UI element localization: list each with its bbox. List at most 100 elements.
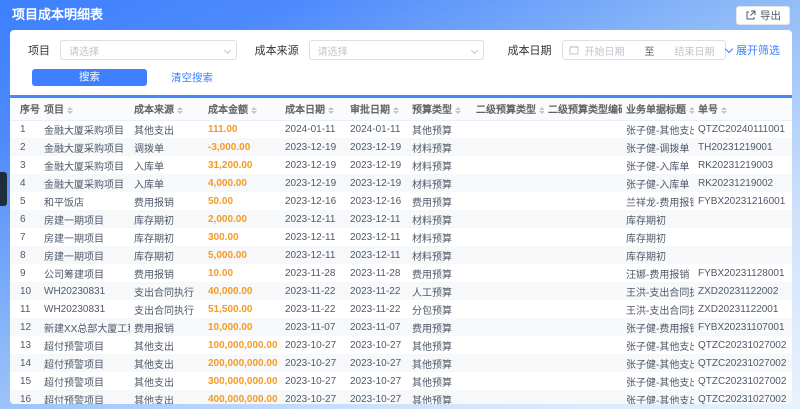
table-row: 11 WH20230831 支出合同执行 51,500.00 2023-11-22 202… bbox=[10, 300, 792, 318]
cost-source-filter-label: 成本来源 bbox=[254, 45, 299, 57]
sort-icon[interactable] bbox=[689, 104, 694, 117]
cell-project: 金融大厦采购项目 bbox=[44, 161, 124, 173]
cell-index: 3 bbox=[20, 159, 26, 171]
export-button[interactable]: 导出 bbox=[736, 6, 790, 25]
cell-approval-date: 2023-11-22 bbox=[350, 303, 401, 315]
cell-cost-source: 库存期初 bbox=[130, 246, 204, 264]
cell-cost-source: 费用报销 bbox=[130, 318, 204, 336]
cell-cost-source: 其他支出 bbox=[134, 341, 174, 353]
column-label: 审批日期 bbox=[350, 104, 390, 116]
table-row: 9 公司筹建项目 费用报销 10.00 2023-11-28 2023-11-28 费用预算… bbox=[10, 264, 792, 282]
cell-budget-type: 费用预算 bbox=[408, 318, 472, 336]
cell-index: 1 bbox=[20, 123, 26, 135]
column-header-index: 序号 bbox=[10, 98, 40, 121]
sort-icon[interactable] bbox=[177, 104, 183, 117]
cell-sub-budget-type bbox=[472, 318, 544, 336]
cell-index: 11 bbox=[20, 303, 31, 315]
cell-sub-budget-type-code bbox=[544, 318, 622, 336]
cost-table: 序号 项目 成本来源 成本金额 成本日期 审批日期 预算类型 二级预算类型 二级预算类型编码 业务… bbox=[10, 98, 792, 404]
table-row: 15 超付预警项目 其他支出 300,000,000.00 2023-10-27 2023… bbox=[10, 372, 792, 390]
cell-cost-source: 入库单 bbox=[130, 174, 204, 192]
column-header-sub-budget-type[interactable]: 二级预算类型 bbox=[472, 98, 544, 121]
cell-cost-source: 支出合同执行 bbox=[134, 305, 194, 317]
cell-sub-budget-type-code bbox=[544, 372, 622, 390]
cell-cost-amount: 200,000,000.00 bbox=[204, 354, 281, 372]
column-header-approval-date[interactable]: 审批日期 bbox=[346, 98, 408, 121]
cell-sub-budget-type bbox=[472, 210, 544, 228]
sort-icon[interactable] bbox=[67, 104, 73, 117]
cell-cost-amount: 300.00 bbox=[208, 231, 239, 243]
date-separator: 至 bbox=[644, 46, 655, 58]
sort-icon[interactable] bbox=[328, 104, 334, 117]
cell-doc-title: 库存期初 bbox=[622, 246, 694, 264]
sort-icon[interactable] bbox=[455, 104, 461, 117]
cell-cost-date: 2023-11-07 bbox=[281, 318, 346, 336]
cell-doc-no: TH20231219001 bbox=[694, 138, 792, 156]
cell-doc-no: QTZC20231027002 bbox=[698, 375, 787, 387]
cost-source-select[interactable]: 请选择 bbox=[308, 40, 484, 60]
cell-sub-budget-type bbox=[472, 390, 544, 404]
cell-approval-date: 2023-11-22 bbox=[346, 282, 408, 300]
column-label: 成本日期 bbox=[285, 104, 325, 116]
column-header-sub-budget-type-code[interactable]: 二级预算类型编码 bbox=[544, 98, 622, 121]
cell-sub-budget-type bbox=[472, 264, 544, 282]
chevron-down-icon bbox=[223, 46, 231, 55]
column-header-doc-no[interactable]: 单号 bbox=[694, 98, 792, 121]
table-row: 14 超付预警项目 其他支出 200,000,000.00 2023-10-27 2023… bbox=[10, 354, 792, 372]
cell-cost-date: 2023-10-27 bbox=[285, 339, 337, 351]
cell-cost-amount: 100,000,000.00 bbox=[208, 339, 278, 351]
cell-sub-budget-type-code bbox=[544, 156, 622, 174]
column-header-budget-type[interactable]: 预算类型 bbox=[408, 98, 472, 121]
column-header-cost-date[interactable]: 成本日期 bbox=[281, 98, 346, 121]
search-button[interactable]: 搜索 bbox=[32, 69, 147, 86]
column-header-cost-source[interactable]: 成本来源 bbox=[130, 98, 204, 121]
sort-icon[interactable] bbox=[721, 104, 727, 117]
cell-cost-date: 2023-12-16 bbox=[285, 195, 337, 207]
table-row: 16 超付预警项目 其他支出 400,000,000.00 2023-10-27 2023… bbox=[10, 390, 792, 404]
cell-sub-budget-type-code bbox=[544, 300, 622, 318]
cell-budget-type: 费用预算 bbox=[412, 269, 452, 281]
cell-doc-title: 张子健-其他支出 bbox=[622, 390, 694, 404]
cell-approval-date: 2023-12-16 bbox=[350, 195, 402, 207]
cell-approval-date: 2023-11-07 bbox=[346, 318, 408, 336]
cell-doc-title: 张子健-入库单 bbox=[622, 174, 694, 192]
sort-icon[interactable] bbox=[251, 104, 257, 117]
cell-sub-budget-type-code bbox=[544, 336, 622, 354]
table-row: 13 超付预警项目 其他支出 100,000,000.00 2023-10-27 2023… bbox=[10, 336, 792, 354]
cell-approval-date: 2023-12-11 bbox=[346, 246, 408, 264]
cell-budget-type: 人工预算 bbox=[408, 282, 472, 300]
expand-filter-link[interactable]: 展开筛选 bbox=[724, 42, 780, 58]
cell-approval-date: 2023-12-11 bbox=[346, 210, 408, 228]
cell-approval-date: 2023-10-27 bbox=[346, 390, 408, 404]
cell-sub-budget-type-code bbox=[544, 174, 622, 192]
cost-table-body: 1 金融大厦采购项目 其他支出 111.00 2024-01-11 2024-01-11 其… bbox=[10, 120, 792, 404]
cell-sub-budget-type-code bbox=[544, 264, 622, 282]
cell-sub-budget-type bbox=[472, 138, 544, 156]
cell-sub-budget-type-code bbox=[544, 354, 622, 372]
column-header-project[interactable]: 项目 bbox=[40, 98, 130, 121]
table-row: 3 金融大厦采购项目 入库单 31,200.00 2023-12-19 2023-12-1… bbox=[10, 156, 792, 174]
cell-cost-source: 支出合同执行 bbox=[130, 282, 204, 300]
cell-cost-date: 2023-10-27 bbox=[281, 354, 346, 372]
clear-search-link[interactable]: 清空搜索 bbox=[171, 70, 213, 85]
column-header-cost-amount[interactable]: 成本金额 bbox=[204, 98, 281, 121]
drawer-handle[interactable] bbox=[0, 172, 7, 206]
cell-project: 超付预警项目 bbox=[44, 341, 104, 353]
cell-cost-source: 入库单 bbox=[134, 161, 164, 173]
cell-budget-type: 材料预算 bbox=[408, 210, 472, 228]
cell-index: 8 bbox=[10, 246, 40, 264]
column-header-doc-title[interactable]: 业务单据标题 bbox=[622, 98, 694, 121]
cell-doc-title: 库存期初 bbox=[626, 233, 666, 245]
export-label: 导出 bbox=[760, 10, 781, 22]
cell-cost-date: 2023-10-27 bbox=[281, 390, 346, 404]
sort-icon[interactable] bbox=[393, 104, 399, 117]
cell-cost-amount: 2,000.00 bbox=[204, 210, 281, 228]
sort-icon[interactable] bbox=[539, 104, 544, 117]
table-row: 12新建XX总部大厦工程二期费用报销10,000.002023-11-07202… bbox=[10, 318, 792, 336]
project-select[interactable]: 请选择 bbox=[60, 40, 237, 60]
cell-sub-budget-type-code bbox=[544, 210, 622, 228]
cost-date-range-input[interactable]: 开始日期 至 结束日期 bbox=[561, 40, 727, 60]
cell-cost-date: 2023-12-19 bbox=[285, 159, 337, 171]
column-label: 预算类型 bbox=[412, 104, 452, 116]
cell-index: 14 bbox=[10, 354, 40, 372]
